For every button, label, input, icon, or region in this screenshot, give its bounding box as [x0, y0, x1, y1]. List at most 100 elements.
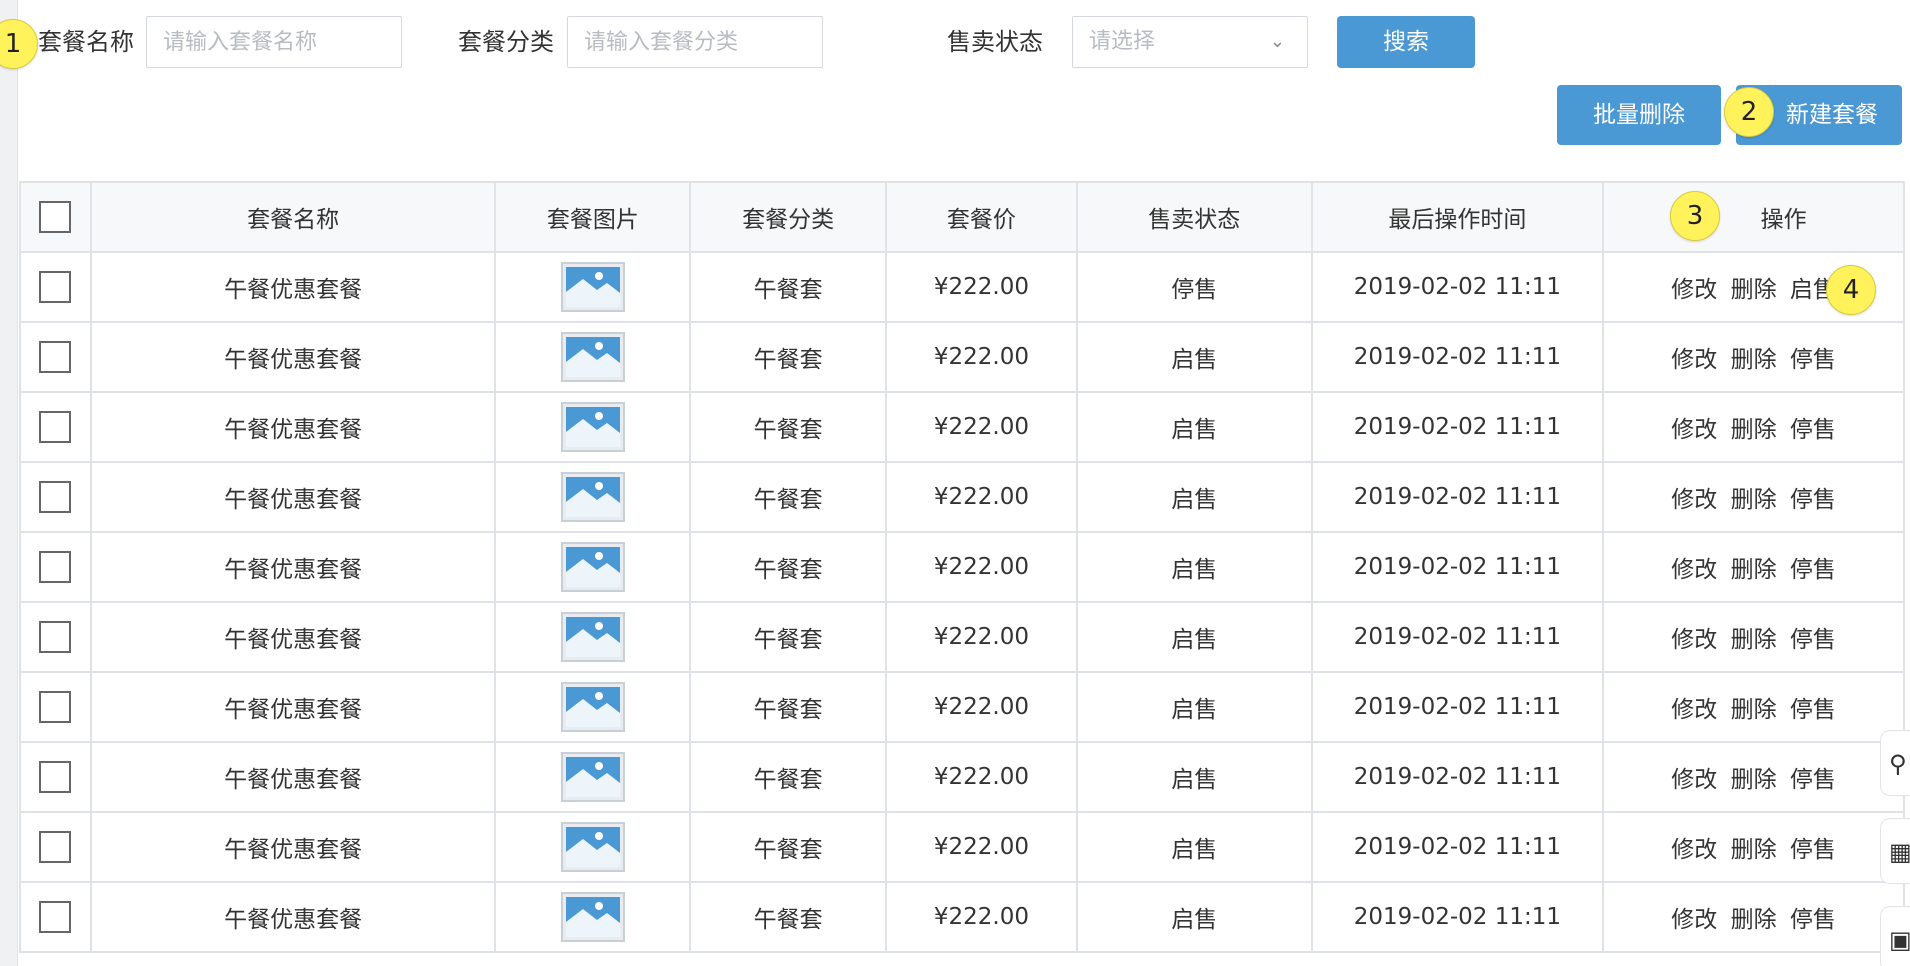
package-name-label: 套餐名称 [38, 28, 134, 56]
toggle-sale-link[interactable]: 停售 [1790, 417, 1836, 443]
table-row: 午餐优惠套餐 午餐套 ¥222.00 启售 2019-02-02 11:11 修… [19, 811, 1905, 883]
annotation-badge-3: 3 [1670, 191, 1720, 241]
package-category-input[interactable] [567, 16, 823, 68]
select-all-checkbox[interactable] [39, 201, 72, 233]
edit-link[interactable]: 修改 [1671, 487, 1717, 513]
cell-last-operation-time: 2019-02-02 11:11 [1310, 881, 1605, 953]
edit-link[interactable]: 修改 [1671, 277, 1717, 303]
row-checkbox[interactable] [39, 341, 72, 373]
side-grid-tool[interactable]: ▦ [1880, 818, 1910, 884]
cell-sale-status: 启售 [1075, 321, 1313, 393]
delete-link[interactable]: 删除 [1731, 347, 1777, 373]
cell-package-name: 午餐优惠套餐 [89, 321, 497, 393]
edit-link[interactable]: 修改 [1671, 557, 1717, 583]
row-checkbox[interactable] [39, 551, 72, 583]
row-checkbox[interactable] [39, 831, 72, 863]
edit-link[interactable]: 修改 [1671, 837, 1717, 863]
cell-last-operation-time: 2019-02-02 11:11 [1310, 601, 1605, 673]
left-edge [0, 0, 18, 966]
annotation-badge-2: 2 [1724, 87, 1774, 137]
delete-link[interactable]: 删除 [1731, 907, 1777, 933]
image-placeholder-icon [560, 542, 625, 592]
cell-sale-status: 停售 [1075, 251, 1313, 323]
table-row: 午餐优惠套餐 午餐套 ¥222.00 启售 2019-02-02 11:11 修… [19, 461, 1905, 533]
sale-status-select[interactable]: 请选择 ⌄ [1072, 16, 1308, 68]
cell-package-image [494, 811, 692, 883]
cell-last-operation-time: 2019-02-02 11:11 [1310, 671, 1605, 743]
delete-link[interactable]: 删除 [1731, 557, 1777, 583]
row-checkbox[interactable] [39, 761, 72, 793]
cell-operations: 修改 删除 停售 [1602, 321, 1905, 393]
search-button[interactable]: 搜索 [1337, 16, 1475, 68]
toggle-sale-link[interactable]: 停售 [1790, 487, 1836, 513]
delete-link[interactable]: 删除 [1731, 627, 1777, 653]
image-placeholder-icon [560, 682, 625, 732]
side-image-tool[interactable]: ▣ [1880, 906, 1910, 966]
header-operations-label: 操作 [1760, 207, 1807, 233]
row-checkbox[interactable] [39, 621, 72, 653]
row-select-cell [19, 391, 92, 463]
cell-package-name: 午餐优惠套餐 [89, 461, 497, 533]
cell-package-name: 午餐优惠套餐 [89, 531, 497, 603]
header-last-operation-time: 最后操作时间 [1310, 181, 1605, 253]
row-checkbox[interactable] [39, 411, 72, 443]
edit-link[interactable]: 修改 [1671, 907, 1717, 933]
edit-link[interactable]: 修改 [1671, 767, 1717, 793]
sale-status-label: 售卖状态 [947, 28, 1043, 56]
cell-package-price: ¥222.00 [884, 531, 1078, 603]
row-select-cell [19, 321, 92, 393]
toggle-sale-link[interactable]: 停售 [1790, 907, 1836, 933]
side-search-tool[interactable]: ⚲ [1880, 730, 1910, 796]
cell-last-operation-time: 2019-02-02 11:11 [1310, 461, 1605, 533]
toggle-sale-link[interactable]: 停售 [1790, 627, 1836, 653]
cell-sale-status: 启售 [1075, 391, 1313, 463]
row-checkbox[interactable] [39, 901, 72, 933]
row-checkbox[interactable] [39, 691, 72, 723]
delete-link[interactable]: 删除 [1731, 417, 1777, 443]
edit-link[interactable]: 修改 [1671, 627, 1717, 653]
cell-package-category: 午餐套 [689, 671, 887, 743]
cell-package-name: 午餐优惠套餐 [89, 811, 497, 883]
cell-package-image [494, 391, 692, 463]
toggle-sale-link[interactable]: 停售 [1790, 557, 1836, 583]
batch-delete-button[interactable]: 批量删除 [1557, 85, 1721, 145]
edit-link[interactable]: 修改 [1671, 697, 1717, 723]
toggle-sale-link[interactable]: 停售 [1790, 347, 1836, 373]
table-row: 午餐优惠套餐 午餐套 ¥222.00 启售 2019-02-02 11:11 修… [19, 391, 1905, 463]
delete-link[interactable]: 删除 [1731, 767, 1777, 793]
cell-package-image [494, 881, 692, 953]
delete-link[interactable]: 删除 [1731, 487, 1777, 513]
cell-operations: 修改 删除 停售 [1602, 531, 1905, 603]
table-row: 午餐优惠套餐 午餐套 ¥222.00 停售 2019-02-02 11:11 修… [19, 251, 1905, 323]
delete-link[interactable]: 删除 [1731, 837, 1777, 863]
row-checkbox[interactable] [39, 481, 72, 513]
sale-status-placeholder: 请选择 [1089, 29, 1156, 54]
row-checkbox[interactable] [39, 271, 72, 303]
image-placeholder-icon [560, 752, 625, 802]
cell-last-operation-time: 2019-02-02 11:11 [1310, 321, 1605, 393]
edit-link[interactable]: 修改 [1671, 347, 1717, 373]
cell-operations: 修改 删除 停售 [1602, 391, 1905, 463]
header-sale-status: 售卖状态 [1075, 181, 1313, 253]
cell-package-image [494, 671, 692, 743]
cell-last-operation-time: 2019-02-02 11:11 [1310, 531, 1605, 603]
cell-package-price: ¥222.00 [884, 881, 1078, 953]
cell-last-operation-time: 2019-02-02 11:11 [1310, 741, 1605, 813]
delete-link[interactable]: 删除 [1731, 697, 1777, 723]
chevron-down-icon: ⌄ [1269, 31, 1285, 52]
toggle-sale-link[interactable]: 停售 [1790, 697, 1836, 723]
cell-package-category: 午餐套 [689, 461, 887, 533]
package-category-label: 套餐分类 [458, 28, 554, 56]
edit-link[interactable]: 修改 [1671, 417, 1717, 443]
table-row: 午餐优惠套餐 午餐套 ¥222.00 启售 2019-02-02 11:11 修… [19, 321, 1905, 393]
toggle-sale-link[interactable]: 停售 [1790, 767, 1836, 793]
package-name-input[interactable] [146, 16, 402, 68]
cell-operations: 修改 删除 停售 [1602, 461, 1905, 533]
toggle-sale-link[interactable]: 停售 [1790, 837, 1836, 863]
cell-package-name: 午餐优惠套餐 [89, 251, 497, 323]
delete-link[interactable]: 删除 [1731, 277, 1777, 303]
cell-operations: 修改 删除 停售 [1602, 671, 1905, 743]
header-package-category: 套餐分类 [689, 181, 887, 253]
cell-sale-status: 启售 [1075, 461, 1313, 533]
cell-package-name: 午餐优惠套餐 [89, 391, 497, 463]
